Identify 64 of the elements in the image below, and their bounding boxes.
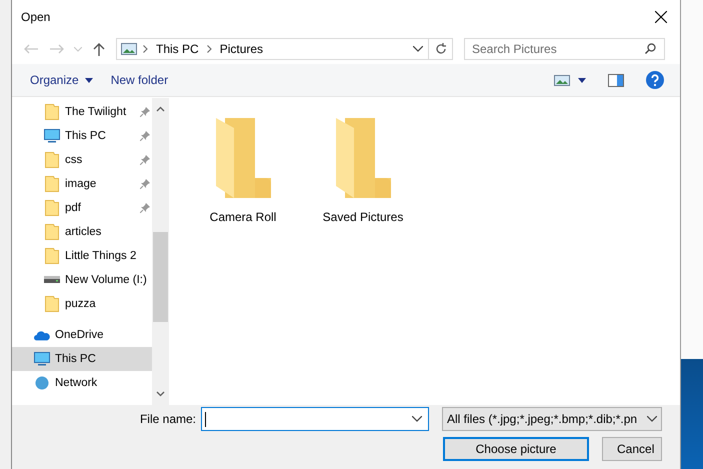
chevron-down-icon <box>74 46 82 52</box>
window-title: Open <box>21 10 52 24</box>
chevron-down-icon <box>647 416 657 422</box>
sidebar-item[interactable]: New Volume (I:) <box>12 268 152 292</box>
globe-icon <box>34 376 50 390</box>
chevron-icon <box>206 45 212 53</box>
up-arrow-icon <box>93 42 105 56</box>
chevron-down-icon <box>412 416 422 422</box>
search-icon <box>645 43 656 54</box>
address-bar[interactable]: This PC Pictures <box>116 38 429 60</box>
scrollbar-thumb[interactable] <box>152 232 168 322</box>
chevron-down-icon <box>413 46 423 52</box>
folder-item[interactable]: Camera Roll <box>195 112 291 228</box>
new-folder-button[interactable]: New folder <box>102 70 178 90</box>
folder-icon <box>335 116 391 198</box>
forward-arrow-icon <box>50 44 64 54</box>
sidebar-item[interactable]: pdf <box>12 196 152 220</box>
sidebar-item[interactable]: articles <box>12 220 152 244</box>
preview-pane-icon <box>608 74 624 86</box>
refresh-icon <box>434 43 446 55</box>
file-name-field[interactable] <box>201 407 429 431</box>
folder-icon <box>45 152 59 168</box>
caret-icon <box>578 78 586 82</box>
refresh-button[interactable] <box>429 38 453 60</box>
sidebar-item[interactable]: OneDrive <box>12 323 152 347</box>
drive-icon <box>44 276 60 284</box>
folder-icon <box>45 224 59 240</box>
breadcrumb[interactable]: Pictures <box>218 42 266 56</box>
caret-icon <box>84 78 93 82</box>
chevron-icon <box>143 45 148 53</box>
choose-picture-button[interactable]: Choose picture <box>443 437 589 461</box>
folder-icon <box>45 176 59 192</box>
sidebar-item[interactable]: The Twilight <box>12 100 152 124</box>
text-cursor <box>205 412 206 427</box>
folder-icon <box>45 200 59 216</box>
file-name-label: File name: <box>140 412 196 426</box>
scroll-down-icon <box>156 391 164 397</box>
computer-icon <box>34 352 50 366</box>
close-icon <box>655 11 667 23</box>
sidebar-item[interactable]: css <box>12 148 152 172</box>
back-arrow-icon <box>24 44 38 54</box>
cloud-icon <box>34 330 50 340</box>
folder-icon <box>45 104 59 120</box>
computer-icon <box>44 129 60 143</box>
cancel-button[interactable]: Cancel <box>602 437 662 461</box>
breadcrumb[interactable]: This PC <box>154 42 201 56</box>
file-type-dropdown[interactable]: All files (*.jpg;*.jpeg;*.bmp;*.dib;*.pn <box>442 407 662 431</box>
sidebar-item[interactable]: Network <box>12 371 152 395</box>
sidebar-item[interactable]: image <box>12 172 152 196</box>
sidebar-item[interactable]: puzza <box>12 292 152 316</box>
organize-button[interactable]: Organize <box>21 70 102 90</box>
sidebar-item[interactable]: Little Things 2 <box>12 244 152 268</box>
folder-icon <box>45 248 59 264</box>
picture-icon <box>554 74 570 86</box>
scrollbar[interactable] <box>152 98 168 405</box>
pictures-icon <box>121 43 137 55</box>
folder-item[interactable]: Saved Pictures <box>315 112 411 228</box>
folder-icon <box>45 296 59 312</box>
folder-icon <box>215 116 271 198</box>
sidebar-item[interactable]: This PC <box>12 347 152 371</box>
sidebar-item[interactable]: This PC <box>12 124 152 148</box>
scroll-up-icon <box>156 106 164 112</box>
search-field[interactable]: Search Pictures <box>464 38 665 60</box>
help-icon <box>646 71 664 89</box>
